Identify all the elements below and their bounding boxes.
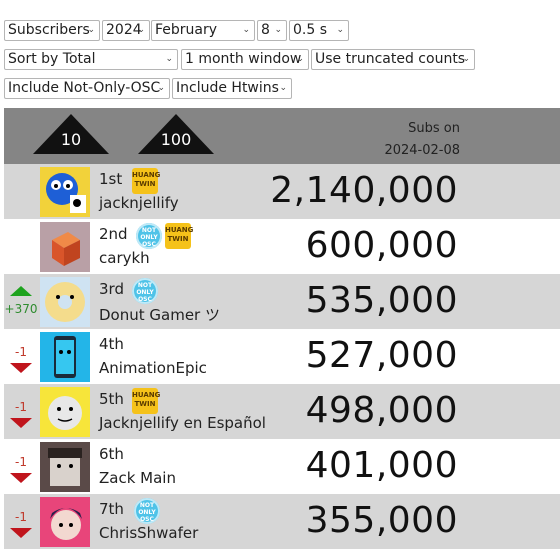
channel-avatar [40,387,90,437]
counts-select-value: Use truncated counts [315,51,466,67]
channel-name: carykh [99,249,150,267]
badge-group: HUANG TWIN [132,168,160,194]
window-select-value: 1 month window [185,51,302,67]
rank-label: 2nd [99,225,128,243]
speed-select-value: 0.5 s [293,22,328,38]
subscriber-count: 401,000 [305,445,458,486]
counts-select[interactable]: Use truncated counts ⌄ [311,49,475,70]
rank-label: 5th [99,390,124,408]
chevron-down-icon: ⌄ [296,54,304,64]
leaderboard-header: 10 100 Subs on 2024-02-08 [4,108,560,164]
subs-date-heading: Subs on 2024-02-08 [384,118,460,162]
sort-select[interactable]: Sort by Total ⌄ [4,49,178,70]
not-only-osc-badge: NOT ONLY OSC [134,498,160,524]
subs-label: Subs on [408,121,460,136]
list-item[interactable]: -1 7th NOT ONLY OSC ChrisShwafer 355,000 [4,494,560,549]
chevron-down-icon: ⌄ [87,25,95,35]
channel-name: AnimationEpic [99,359,207,377]
chevron-down-icon: ⌄ [137,25,145,35]
chevron-down-icon: ⌄ [462,54,470,64]
rank-label: 7th [99,500,124,518]
badge-group: NOT ONLY OSC HUANG TWIN [136,223,193,249]
channel-name: Donut Gamer ツ [99,306,220,324]
subscriber-count: 498,000 [305,390,458,431]
rank-change: -1 [15,345,27,359]
chevron-down-icon: ⌄ [336,25,344,35]
channel-avatar [40,497,90,547]
not-only-osc-badge: NOT ONLY OSC [136,223,162,249]
sort-select-value: Sort by Total [8,51,96,67]
not-only-osc-select[interactable]: Include Not-Only-OSC ⌄ [4,78,170,99]
rank-change: +370 [4,302,38,316]
rank-change: -1 [15,510,27,524]
list-item[interactable]: 2nd NOT ONLY OSC HUANG TWIN carykh 600,000 [4,219,560,274]
badge-group: HUANG TWIN [132,388,160,414]
rank-down-icon [10,363,32,373]
rank-change: -1 [15,455,27,469]
list-item[interactable]: -1 6th Zack Main 401,000 [4,439,560,494]
list-item[interactable]: 1st HUANG TWIN jacknjellify 2,140,000 [4,164,560,219]
rank-down-icon [10,473,32,483]
metric-select[interactable]: Subscribers ⌄ [4,20,100,41]
channel-avatar [40,167,90,217]
list-item[interactable]: -1 4th AnimationEpic 527,000 [4,329,560,384]
day-select[interactable]: 8 ⌄ [257,20,287,41]
htwins-select-value: Include Htwins [176,80,279,96]
channel-name: ChrisShwafer [99,524,199,542]
channel-avatar [40,277,90,327]
badge-group: NOT ONLY OSC [132,278,158,304]
channel-avatar [40,332,90,382]
subscriber-count: 600,000 [305,225,458,266]
show-10-label: 10 [60,130,82,149]
rank-up-icon [10,286,32,296]
channel-name: Zack Main [99,469,176,487]
subscriber-count: 535,000 [305,280,458,321]
chevron-down-icon: ⌄ [279,83,287,93]
channel-avatar [40,222,90,272]
subscriber-count: 2,140,000 [270,170,458,211]
rank-down-icon [10,418,32,428]
rank-label: 6th [99,445,124,463]
channel-name: Jacknjellify en Español [99,414,266,432]
rank-change: -1 [15,400,27,414]
channel-name: jacknjellify [99,194,179,212]
day-select-value: 8 [261,22,270,38]
show-100-label: 100 [160,130,192,149]
subscriber-count: 527,000 [305,335,458,376]
metric-select-value: Subscribers [8,22,90,38]
chevron-down-icon: ⌄ [157,83,165,93]
huang-twin-badge: HUANG TWIN [132,388,160,414]
rank-label: 4th [99,335,124,353]
huang-twin-badge: HUANG TWIN [165,223,193,249]
list-item[interactable]: +370 3rd NOT ONLY OSC Donut Gamer ツ 535,00… [4,274,560,329]
subscriber-count: 355,000 [305,500,458,541]
not-only-osc-badge: NOT ONLY OSC [132,278,158,304]
month-select[interactable]: February ⌄ [151,20,255,41]
badge-group: NOT ONLY OSC [134,498,160,524]
month-select-value: February [155,22,218,38]
speed-select[interactable]: 0.5 s ⌄ [289,20,349,41]
channel-avatar [40,442,90,492]
top-edge [0,0,560,10]
chevron-down-icon: ⌄ [274,25,282,35]
list-item[interactable]: -1 5th HUANG TWIN Jacknjellify en Español… [4,384,560,439]
rank-down-icon [10,528,32,538]
chevron-down-icon: ⌄ [165,54,173,64]
year-select[interactable]: 2024 ⌄ [102,20,150,41]
chevron-down-icon: ⌄ [242,25,250,35]
rank-label: 1st [99,170,123,188]
htwins-select[interactable]: Include Htwins ⌄ [172,78,292,99]
year-select-value: 2024 [106,22,142,38]
rank-label: 3rd [99,280,124,298]
window-select[interactable]: 1 month window ⌄ [181,49,309,70]
subs-date: 2024-02-08 [384,143,460,158]
huang-twin-badge: HUANG TWIN [132,168,160,194]
not-only-osc-select-value: Include Not-Only-OSC [8,80,161,96]
